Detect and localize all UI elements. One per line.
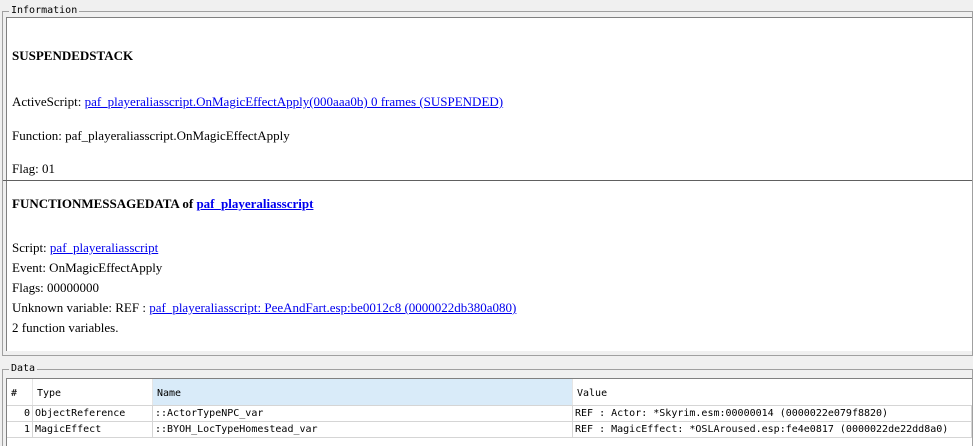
section-divider bbox=[3, 180, 972, 181]
row-number: 1 bbox=[7, 422, 33, 437]
column-header-value[interactable]: Value bbox=[573, 379, 972, 405]
column-header-type[interactable]: Type bbox=[33, 379, 153, 405]
row-name: ::BYOH_LocTypeHomestead_var bbox=[153, 422, 573, 437]
table-row[interactable]: 1 MagicEffect ::BYOH_LocTypeHomestead_va… bbox=[7, 422, 972, 438]
row-type: ObjectReference bbox=[33, 406, 153, 421]
function-variables-count: 2 function variables. bbox=[12, 320, 119, 335]
active-script-link[interactable]: paf_playeraliasscript.OnMagicEffectApply… bbox=[85, 94, 504, 109]
script-link[interactable]: paf_playeraliasscript bbox=[50, 240, 158, 255]
row-name: ::ActorTypeNPC_var bbox=[153, 406, 573, 421]
information-panel: SUSPENDEDSTACK ActiveScript: paf_playera… bbox=[3, 17, 972, 351]
active-script-label: ActiveScript: bbox=[12, 94, 85, 109]
fmd-heading-link[interactable]: paf_playeraliasscript bbox=[196, 196, 313, 211]
function-message-data-heading: FUNCTIONMESSAGEDATA of paf_playeraliassc… bbox=[12, 196, 313, 212]
row-type: MagicEffect bbox=[33, 422, 153, 437]
column-header-name[interactable]: Name bbox=[153, 379, 573, 405]
information-group: Information SUSPENDEDSTACK ActiveScript:… bbox=[2, 4, 973, 356]
fmd-heading-text: FUNCTIONMESSAGEDATA of bbox=[12, 196, 197, 211]
data-table: # Type Name Value 0 ObjectReference ::Ac… bbox=[6, 378, 972, 446]
script-label: Script: bbox=[12, 240, 50, 255]
active-script-line: ActiveScript: paf_playeraliasscript.OnMa… bbox=[12, 94, 503, 110]
unknown-variable-link[interactable]: paf_playeraliasscript: PeeAndFart.esp:be… bbox=[149, 300, 516, 315]
table-row[interactable]: 0 ObjectReference ::ActorTypeNPC_var REF… bbox=[7, 406, 972, 422]
suspended-stack-heading: SUSPENDEDSTACK bbox=[12, 48, 134, 63]
column-header-number[interactable]: # bbox=[7, 379, 33, 405]
flags-line: Flags: 00000000 bbox=[12, 280, 100, 295]
unknown-variable-line: Unknown variable: REF : paf_playeraliass… bbox=[12, 300, 516, 316]
event-line: Event: OnMagicEffectApply bbox=[12, 260, 163, 275]
table-header: # Type Name Value bbox=[7, 379, 972, 406]
function-line: Function: paf_playeraliasscript.OnMagicE… bbox=[12, 128, 290, 143]
row-value: REF : Actor: *Skyrim.esm:00000014 (00000… bbox=[573, 406, 972, 421]
script-line: Script: paf_playeraliasscript bbox=[12, 240, 158, 256]
row-number: 0 bbox=[7, 406, 33, 421]
data-legend: Data bbox=[9, 362, 38, 376]
information-legend: Information bbox=[9, 4, 80, 18]
unknown-variable-label: Unknown variable: REF : bbox=[12, 300, 150, 315]
flag-line: Flag: 01 bbox=[12, 161, 55, 176]
data-group: Data # Type Name Value 0 ObjectReference… bbox=[2, 362, 973, 446]
row-value: REF : MagicEffect: *OSLAroused.esp:fe4e0… bbox=[573, 422, 972, 437]
